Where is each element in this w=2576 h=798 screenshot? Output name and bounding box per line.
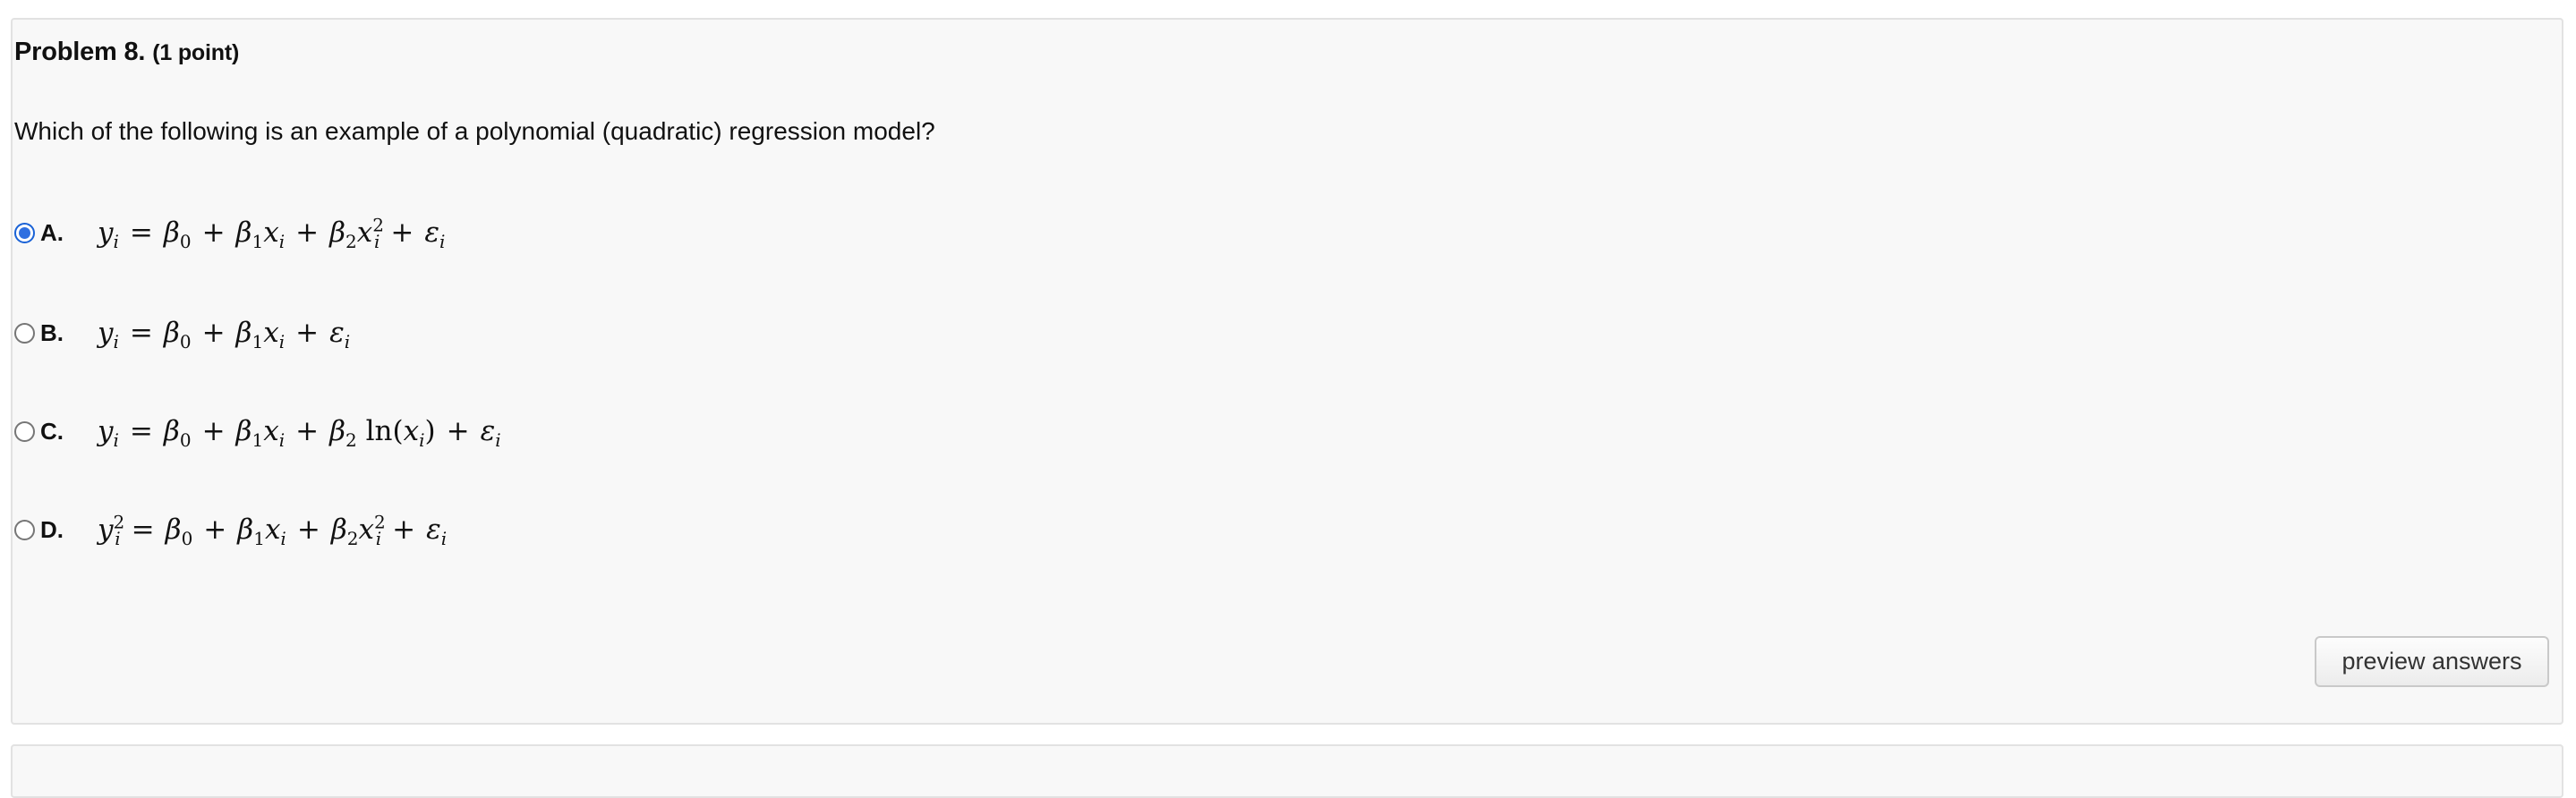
problem-points: (1 point) xyxy=(152,40,240,65)
option-d[interactable]: D. y2i = β0 + β1xi + β2x2i + εi xyxy=(14,510,447,549)
question-text: Which of the following is an example of … xyxy=(14,117,935,145)
option-a[interactable]: A. yi = β0 + β1xi + β2x2i + εi xyxy=(14,213,445,252)
preview-answers-button[interactable]: preview answers xyxy=(2315,636,2549,687)
option-d-letter: D. xyxy=(40,515,64,543)
problem-title: Problem 8. (1 point) xyxy=(14,38,239,67)
option-a-letter: A. xyxy=(40,218,64,246)
problem-number: Problem 8. xyxy=(14,38,146,66)
option-a-radio[interactable] xyxy=(14,222,35,243)
option-d-formula: y2i = β0 + β1xi + β2x2i + εi xyxy=(98,511,448,550)
option-b-radio[interactable] xyxy=(14,322,35,344)
option-c-letter: C. xyxy=(40,417,64,445)
option-c-formula: yi = β0 + β1xi + β2 ln(xi) + εi xyxy=(98,415,501,452)
option-c-radio[interactable] xyxy=(14,420,35,442)
next-problem-card xyxy=(11,744,2563,798)
option-c[interactable]: C. yi = β0 + β1xi + β2 ln(xi) + εi xyxy=(14,412,501,451)
option-b-formula: yi = β0 + β1xi + εi xyxy=(98,317,351,353)
option-b-letter: B. xyxy=(40,318,64,346)
option-d-radio[interactable] xyxy=(14,519,35,540)
option-b[interactable]: B. yi = β0 + β1xi + εi xyxy=(14,313,350,352)
option-a-formula: yi = β0 + β1xi + β2x2i + εi xyxy=(98,214,446,253)
